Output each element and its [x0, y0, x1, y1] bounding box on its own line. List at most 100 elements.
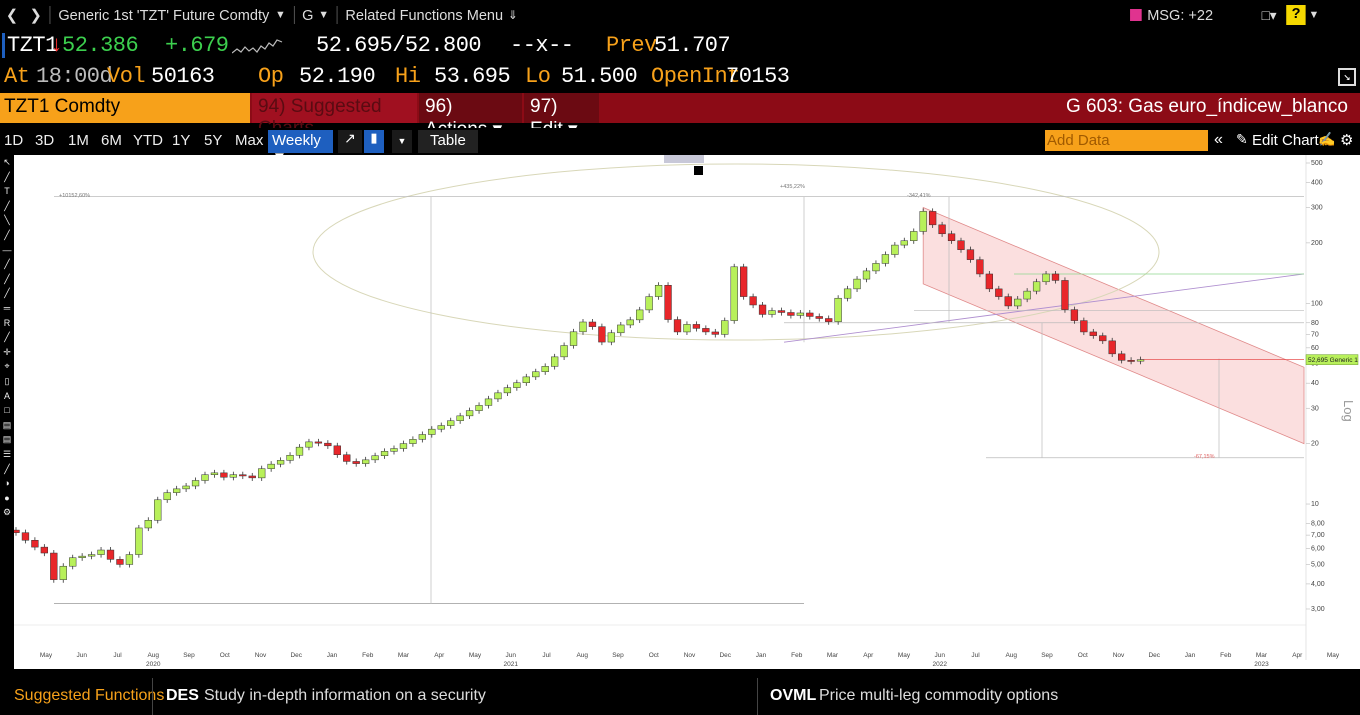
x-month-label: Mar	[398, 652, 410, 659]
candle	[116, 556, 124, 568]
table-button[interactable]: Table	[418, 130, 478, 153]
chart-type-dropdown-icon[interactable]: ▼	[392, 130, 412, 153]
candle-body	[645, 296, 653, 311]
pencil-icon[interactable]: ✎	[1236, 131, 1248, 148]
candle-body	[1127, 360, 1135, 362]
annotate-icon[interactable]: ✍	[1318, 131, 1335, 148]
candle	[314, 438, 323, 447]
edit-menu[interactable]: 97) Edit ▾	[524, 93, 599, 140]
list-tool-icon[interactable]: ▤	[0, 432, 14, 446]
y-tick-label: 8,00	[1311, 520, 1325, 527]
y-tick-label: 60	[1311, 345, 1319, 352]
related-functions-menu[interactable]: Related Functions Menu	[345, 7, 503, 24]
delete-tool-icon[interactable]: ▯	[0, 374, 14, 388]
help-button[interactable]: ?	[1286, 5, 1306, 25]
trend-line-tool-icon[interactable]: ╱	[0, 170, 14, 184]
crosshair-tool-icon[interactable]: ✛	[0, 345, 14, 359]
actions-menu[interactable]: 96) Actions ▾	[419, 93, 522, 140]
candle	[456, 412, 464, 424]
line-chart-icon[interactable]: ↗	[338, 130, 362, 153]
ovml-function-desc[interactable]: Price multi-leg commodity options	[819, 687, 1058, 705]
down-arrow-icon: ↓	[50, 33, 63, 58]
candle	[929, 208, 937, 228]
range-1m[interactable]: 1M	[68, 132, 89, 149]
msg-count[interactable]: MSG: +22	[1147, 7, 1213, 24]
g-dropdown-icon[interactable]: ▼	[318, 9, 329, 21]
des-function-desc[interactable]: Study in-depth information on a security	[204, 687, 486, 705]
collapse-icon[interactable]: «	[1214, 131, 1223, 149]
double-chevron-down-icon[interactable]: ⇓	[508, 8, 518, 22]
cursor-tool-icon[interactable]: ⌖	[0, 359, 14, 373]
candle-body	[1118, 353, 1126, 361]
range-6m[interactable]: 6M	[101, 132, 122, 149]
candle	[673, 316, 682, 336]
range-3d[interactable]: 3D	[35, 132, 54, 149]
table-tool-icon[interactable]: ▤	[0, 418, 14, 432]
channel-tool-icon[interactable]: ╱	[0, 272, 14, 286]
diagonal-tool-icon[interactable]: ╲	[0, 213, 14, 227]
back-arrow-icon[interactable]: ❮	[6, 6, 18, 24]
range-ytd[interactable]: YTD	[133, 132, 163, 149]
menu-tool-icon[interactable]: ☰	[0, 447, 14, 461]
candle-chart-icon[interactable]: ▮	[364, 130, 384, 153]
range-max[interactable]: Max	[235, 132, 263, 149]
measure-annotation-label: -342,41%	[907, 193, 931, 199]
arrow-tool-icon[interactable]: ╱	[0, 330, 14, 344]
text-tool-icon[interactable]: T	[0, 184, 14, 198]
dot-tool-icon[interactable]: ●	[0, 491, 14, 505]
separator	[49, 6, 51, 24]
segment-tool-icon[interactable]: ╱	[0, 257, 14, 271]
chart-svg[interactable]: +10152,60% +435,22% -342,41% -67,15% 500 400 3…	[12, 155, 1360, 669]
fibonacci-tool-icon[interactable]: ═	[0, 301, 14, 315]
price-chart[interactable]: +10152,60% +435,22% -342,41% -67,15% 500 400 3…	[12, 155, 1360, 669]
candle	[749, 293, 757, 309]
frequency-dropdown[interactable]: Weekly ▼	[268, 130, 333, 166]
candle	[579, 318, 587, 335]
forward-arrow-icon[interactable]: ❯	[30, 6, 42, 24]
settings-gear-icon[interactable]: ⚙	[1340, 131, 1353, 149]
candle	[645, 293, 653, 314]
candle	[305, 438, 313, 451]
help-dropdown-icon[interactable]: ▼	[1309, 9, 1320, 21]
quote-line-1: TZT1 ↓ 52.386 +.679 52.695/52.800 --x-- …	[0, 31, 1360, 61]
horizontal-line-tool-icon[interactable]: —	[0, 243, 14, 257]
security-title[interactable]: Generic 1st 'TZT' Future Comdty	[58, 7, 269, 24]
window-icon[interactable]: □▾	[1262, 7, 1277, 24]
annotation-tool-icon[interactable]: A	[0, 389, 14, 403]
expand-icon[interactable]: ↘	[1338, 68, 1356, 86]
brush-tool-icon[interactable]: ╱	[0, 462, 14, 476]
des-function-code[interactable]: DES	[166, 687, 199, 705]
ovml-function-code[interactable]: OVML	[770, 687, 816, 705]
pitchfork-tool-icon[interactable]: ╱	[0, 286, 14, 300]
g-menu[interactable]: G	[302, 7, 313, 24]
range-1y[interactable]: 1Y	[172, 132, 190, 149]
candle-body	[560, 345, 568, 358]
x-month-label: Feb	[791, 652, 803, 659]
ray-tool-icon[interactable]: ╱	[0, 199, 14, 213]
candle	[40, 544, 49, 557]
rectangle-tool-icon[interactable]: □	[0, 403, 14, 417]
color-tool-icon[interactable]: ◑	[0, 476, 14, 490]
select-tool-icon[interactable]: ↖	[0, 155, 14, 169]
message-icon[interactable]	[1129, 9, 1142, 21]
range-1d[interactable]: 1D	[4, 132, 23, 149]
candle-body	[135, 527, 143, 555]
title-dropdown-icon[interactable]: ▼	[275, 9, 286, 21]
candle-body	[447, 420, 455, 426]
y-tick-label: 40	[1311, 380, 1319, 387]
line-tool-icon[interactable]: ╱	[0, 228, 14, 242]
candle	[796, 309, 805, 319]
ruler-tool-icon[interactable]: R	[0, 316, 14, 330]
security-field[interactable]: TZT1 Comdty	[0, 93, 250, 123]
edit-chart-button[interactable]: Edit Chart	[1252, 132, 1319, 149]
candle-body	[59, 565, 67, 580]
add-data-input[interactable]: Add Data	[1045, 130, 1208, 151]
suggested-charts-button[interactable]: 94) Suggested Charts	[252, 93, 417, 139]
settings-tool-icon[interactable]: ⚙	[0, 505, 14, 519]
range-5y[interactable]: 5Y	[204, 132, 222, 149]
y-tick-label: 300	[1311, 205, 1323, 212]
candle	[69, 554, 77, 570]
candle	[437, 422, 445, 433]
candle	[730, 263, 738, 324]
candle-body	[626, 319, 634, 326]
